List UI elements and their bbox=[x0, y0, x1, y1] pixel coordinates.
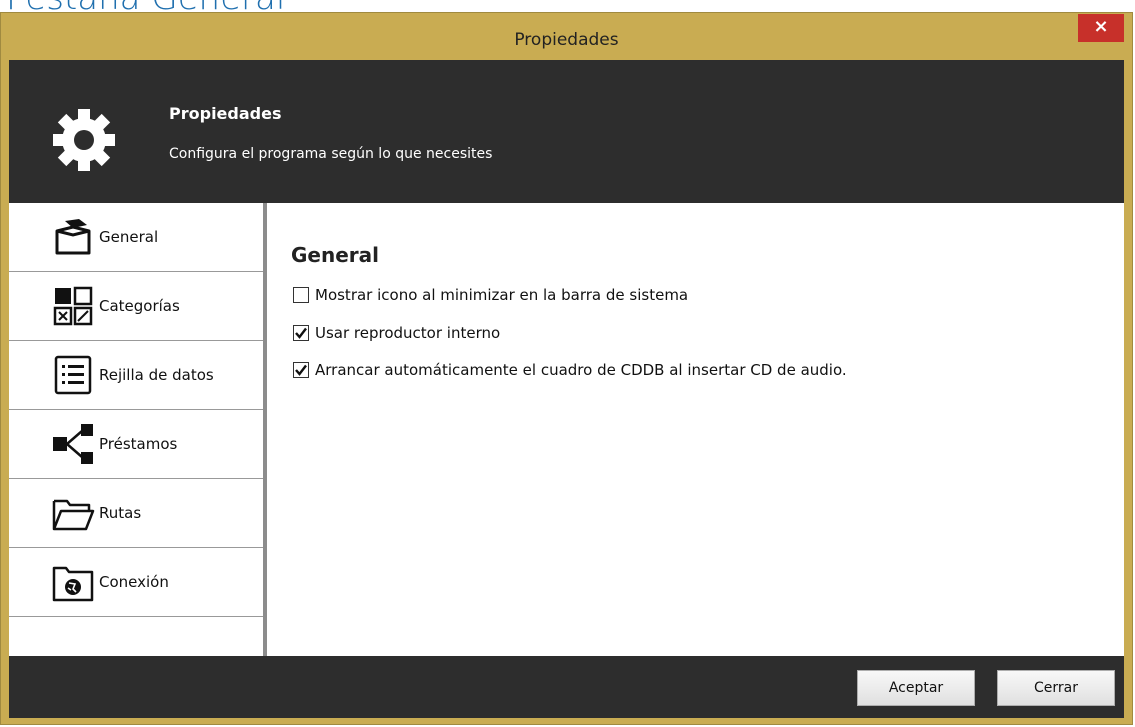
share-icon bbox=[53, 424, 93, 464]
header-banner: Propiedades Configura el programa según … bbox=[9, 60, 1124, 203]
sidebar-item-rutas[interactable]: Rutas bbox=[9, 479, 263, 548]
sidebar-item-label: Conexión bbox=[99, 573, 169, 591]
section-title: General bbox=[291, 243, 379, 267]
close-window-button[interactable]: × bbox=[1078, 14, 1124, 42]
folder-icon bbox=[52, 499, 95, 531]
option-label: Mostrar icono al minimizar en la barra d… bbox=[315, 286, 689, 304]
window-client-area: Propiedades Configura el programa según … bbox=[9, 60, 1124, 718]
sidebar-item-label: Rejilla de datos bbox=[99, 366, 214, 384]
content-panel: General Mostrar icono al minimizar en la… bbox=[267, 203, 1124, 656]
option-internal-player[interactable]: Usar reproductor interno bbox=[293, 324, 500, 342]
title-bar[interactable]: Propiedades × bbox=[1, 13, 1132, 60]
sidebar-item-prestamos[interactable]: Préstamos bbox=[9, 410, 263, 479]
gear-icon bbox=[53, 109, 115, 171]
box-icon bbox=[55, 219, 91, 255]
checkbox-checked[interactable] bbox=[293, 362, 309, 378]
properties-window: Propiedades × Propiedades Configura el p… bbox=[0, 12, 1133, 725]
sidebar-item-label: Rutas bbox=[99, 504, 142, 522]
categories-icon bbox=[53, 286, 93, 326]
option-minimize-tray[interactable]: Mostrar icono al minimizar en la barra d… bbox=[293, 286, 688, 304]
option-label: Usar reproductor interno bbox=[315, 324, 501, 342]
footer-bar: Aceptar Cerrar bbox=[9, 656, 1124, 718]
sidebar-item-categorias[interactable]: Categorías bbox=[9, 272, 263, 341]
list-icon bbox=[54, 355, 92, 395]
checkbox-checked[interactable] bbox=[293, 325, 309, 341]
sidebar-item-conexion[interactable]: Conexión bbox=[9, 548, 263, 617]
sidebar: General Categorías Rejilla de datos Prés… bbox=[9, 203, 267, 656]
accept-button[interactable]: Aceptar bbox=[857, 670, 975, 706]
close-button[interactable]: Cerrar bbox=[997, 670, 1115, 706]
option-label: Arrancar automáticamente el cuadro de CD… bbox=[315, 361, 847, 379]
sidebar-item-general[interactable]: General bbox=[9, 203, 263, 272]
sidebar-item-rejilla-de-datos[interactable]: Rejilla de datos bbox=[9, 341, 263, 410]
checkmark-icon bbox=[295, 327, 307, 339]
globe-folder-icon bbox=[52, 566, 94, 602]
banner-title: Propiedades bbox=[169, 104, 282, 123]
sidebar-item-label: General bbox=[99, 228, 159, 246]
banner-subtitle: Configura el programa según lo que neces… bbox=[169, 146, 493, 162]
option-auto-cddb[interactable]: Arrancar automáticamente el cuadro de CD… bbox=[293, 361, 847, 379]
sidebar-item-label: Préstamos bbox=[99, 435, 178, 453]
checkbox[interactable] bbox=[293, 287, 309, 303]
window-title: Propiedades bbox=[514, 30, 619, 50]
checkmark-icon bbox=[295, 364, 307, 376]
sidebar-item-label: Categorías bbox=[99, 297, 180, 315]
